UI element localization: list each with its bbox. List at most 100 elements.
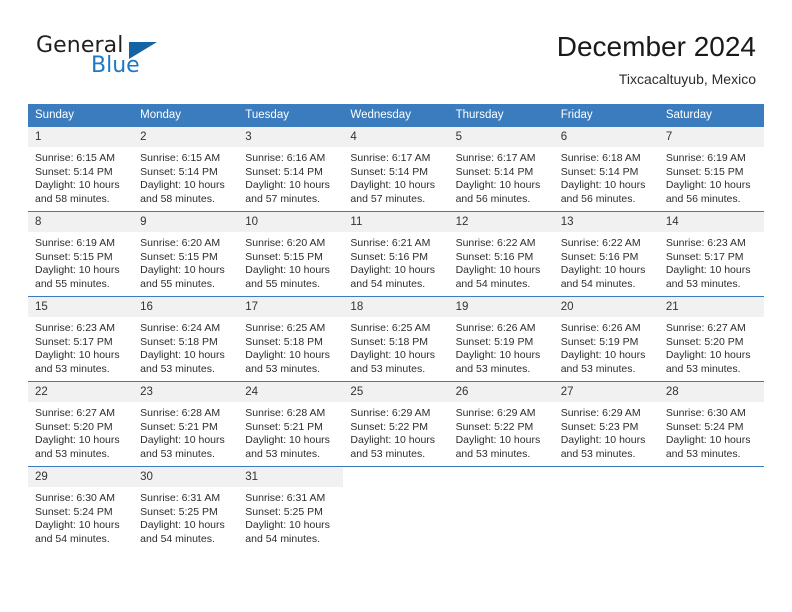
daylight-text-line1: Daylight: 10 hours bbox=[455, 264, 541, 277]
sunset-text: Sunset: 5:23 PM bbox=[560, 420, 639, 433]
sunset-text: Sunset: 5:20 PM bbox=[665, 335, 744, 348]
day-cell[interactable]: 18 Sunrise: 6:25 AM Sunset: 5:18 PM Dayl… bbox=[343, 296, 449, 382]
day-number: 9 bbox=[133, 212, 239, 232]
day-cell[interactable]: 30 Sunrise: 6:31 AM Sunset: 5:25 PM Dayl… bbox=[133, 466, 239, 551]
daylight-text-line2: and 58 minutes. bbox=[35, 192, 110, 205]
day-details: Sunrise: 6:28 AM Sunset: 5:21 PM Dayligh… bbox=[238, 402, 343, 461]
calendar-body: 1 Sunrise: 6:15 AM Sunset: 5:14 PM Dayli… bbox=[28, 126, 764, 551]
sunrise-text: Sunrise: 6:16 AM bbox=[245, 152, 326, 164]
day-cell[interactable]: 14 Sunrise: 6:23 AM Sunset: 5:17 PM Dayl… bbox=[658, 211, 764, 297]
day-details: Sunrise: 6:26 AM Sunset: 5:19 PM Dayligh… bbox=[449, 317, 554, 376]
day-details: Sunrise: 6:17 AM Sunset: 5:14 PM Dayligh… bbox=[343, 147, 448, 206]
daylight-text-line1: Daylight: 10 hours bbox=[140, 349, 225, 362]
day-cell[interactable]: 19 Sunrise: 6:26 AM Sunset: 5:19 PM Dayl… bbox=[448, 296, 554, 382]
daylight-text-line1: Daylight: 10 hours bbox=[140, 434, 225, 447]
sunset-text: Sunset: 5:15 PM bbox=[665, 165, 744, 178]
daylight-text-line1: Daylight: 10 hours bbox=[35, 434, 120, 447]
day-cell[interactable]: 10 Sunrise: 6:20 AM Sunset: 5:15 PM Dayl… bbox=[238, 211, 344, 297]
day-cell[interactable]: 27 Sunrise: 6:29 AM Sunset: 5:23 PM Dayl… bbox=[553, 381, 659, 467]
daylight-text-line1: Daylight: 10 hours bbox=[140, 179, 225, 192]
day-number: 6 bbox=[553, 127, 659, 147]
day-details: Sunrise: 6:22 AM Sunset: 5:16 PM Dayligh… bbox=[554, 232, 659, 291]
daylight-text-line2: and 53 minutes. bbox=[245, 362, 320, 375]
day-details: Sunrise: 6:15 AM Sunset: 5:14 PM Dayligh… bbox=[133, 147, 238, 206]
sunrise-text: Sunrise: 6:23 AM bbox=[35, 322, 115, 334]
day-cell[interactable]: 16 Sunrise: 6:24 AM Sunset: 5:18 PM Dayl… bbox=[133, 296, 239, 382]
sunset-text: Sunset: 5:18 PM bbox=[140, 335, 218, 348]
day-cell[interactable]: 12 Sunrise: 6:22 AM Sunset: 5:16 PM Dayl… bbox=[448, 211, 554, 297]
day-cell[interactable]: 20 Sunrise: 6:26 AM Sunset: 5:19 PM Dayl… bbox=[553, 296, 659, 382]
daylight-text-line1: Daylight: 10 hours bbox=[350, 434, 436, 447]
day-cell[interactable]: 28 Sunrise: 6:30 AM Sunset: 5:24 PM Dayl… bbox=[658, 381, 764, 467]
calendar-week-row: 8 Sunrise: 6:19 AM Sunset: 5:15 PM Dayli… bbox=[28, 211, 764, 297]
logo-text-blue: Blue bbox=[91, 53, 140, 78]
day-details: Sunrise: 6:29 AM Sunset: 5:22 PM Dayligh… bbox=[343, 402, 448, 461]
day-cell[interactable]: 25 Sunrise: 6:29 AM Sunset: 5:22 PM Dayl… bbox=[343, 381, 449, 467]
day-cell[interactable]: 5 Sunrise: 6:17 AM Sunset: 5:14 PM Dayli… bbox=[448, 126, 554, 212]
sunrise-text: Sunrise: 6:17 AM bbox=[350, 152, 431, 164]
daylight-text-line1: Daylight: 10 hours bbox=[560, 434, 646, 447]
daylight-text-line2: and 53 minutes. bbox=[560, 447, 636, 460]
day-details: Sunrise: 6:18 AM Sunset: 5:14 PM Dayligh… bbox=[554, 147, 659, 206]
sunrise-text: Sunrise: 6:30 AM bbox=[665, 407, 746, 419]
day-cell[interactable]: 24 Sunrise: 6:28 AM Sunset: 5:21 PM Dayl… bbox=[238, 381, 344, 467]
daylight-text-line2: and 53 minutes. bbox=[245, 447, 320, 460]
day-cell[interactable]: 1 Sunrise: 6:15 AM Sunset: 5:14 PM Dayli… bbox=[28, 126, 134, 212]
sunrise-text: Sunrise: 6:29 AM bbox=[350, 407, 431, 419]
sunset-text: Sunset: 5:25 PM bbox=[140, 505, 218, 518]
day-number: 21 bbox=[658, 297, 764, 317]
day-details: Sunrise: 6:15 AM Sunset: 5:14 PM Dayligh… bbox=[28, 147, 133, 206]
daylight-text-line2: and 53 minutes. bbox=[140, 362, 215, 375]
day-cell[interactable]: 4 Sunrise: 6:17 AM Sunset: 5:14 PM Dayli… bbox=[343, 126, 449, 212]
daylight-text-line1: Daylight: 10 hours bbox=[140, 519, 225, 532]
day-cell[interactable]: 31 Sunrise: 6:31 AM Sunset: 5:25 PM Dayl… bbox=[238, 466, 344, 551]
daylight-text-line2: and 56 minutes. bbox=[560, 192, 636, 205]
day-cell-empty bbox=[448, 466, 554, 551]
day-cell[interactable]: 13 Sunrise: 6:22 AM Sunset: 5:16 PM Dayl… bbox=[553, 211, 659, 297]
sunrise-text: Sunrise: 6:20 AM bbox=[245, 237, 326, 249]
day-cell[interactable]: 23 Sunrise: 6:28 AM Sunset: 5:21 PM Dayl… bbox=[133, 381, 239, 467]
day-cell[interactable]: 15 Sunrise: 6:23 AM Sunset: 5:17 PM Dayl… bbox=[28, 296, 134, 382]
daylight-text-line2: and 53 minutes. bbox=[665, 277, 741, 290]
day-cell[interactable]: 26 Sunrise: 6:29 AM Sunset: 5:22 PM Dayl… bbox=[448, 381, 554, 467]
day-cell[interactable]: 7 Sunrise: 6:19 AM Sunset: 5:15 PM Dayli… bbox=[658, 126, 764, 212]
day-cell[interactable]: 3 Sunrise: 6:16 AM Sunset: 5:14 PM Dayli… bbox=[238, 126, 344, 212]
day-number: 26 bbox=[448, 382, 554, 402]
daylight-text-line1: Daylight: 10 hours bbox=[350, 349, 436, 362]
day-details: Sunrise: 6:30 AM Sunset: 5:24 PM Dayligh… bbox=[659, 402, 764, 461]
sunset-text: Sunset: 5:16 PM bbox=[560, 250, 639, 263]
day-cell[interactable]: 6 Sunrise: 6:18 AM Sunset: 5:14 PM Dayli… bbox=[553, 126, 659, 212]
sunrise-text: Sunrise: 6:21 AM bbox=[350, 237, 431, 249]
day-details: Sunrise: 6:22 AM Sunset: 5:16 PM Dayligh… bbox=[449, 232, 554, 291]
day-cell[interactable]: 29 Sunrise: 6:30 AM Sunset: 5:24 PM Dayl… bbox=[28, 466, 134, 551]
day-number: 8 bbox=[28, 212, 134, 232]
day-details: Sunrise: 6:16 AM Sunset: 5:14 PM Dayligh… bbox=[238, 147, 343, 206]
sunset-text: Sunset: 5:24 PM bbox=[665, 420, 744, 433]
day-cell[interactable]: 9 Sunrise: 6:20 AM Sunset: 5:15 PM Dayli… bbox=[133, 211, 239, 297]
daylight-text-line1: Daylight: 10 hours bbox=[245, 179, 330, 192]
sunrise-text: Sunrise: 6:30 AM bbox=[35, 492, 115, 504]
sunrise-text: Sunrise: 6:22 AM bbox=[560, 237, 641, 249]
day-number: 19 bbox=[448, 297, 554, 317]
page-subtitle-location: Tixcacaltuyub, Mexico bbox=[618, 71, 756, 87]
sunset-text: Sunset: 5:22 PM bbox=[455, 420, 534, 433]
weekday-header-saturday: Saturday bbox=[658, 104, 764, 127]
day-cell[interactable]: 21 Sunrise: 6:27 AM Sunset: 5:20 PM Dayl… bbox=[658, 296, 764, 382]
calendar-header-row: Sunday Monday Tuesday Wednesday Thursday… bbox=[28, 104, 764, 127]
sunset-text: Sunset: 5:18 PM bbox=[350, 335, 429, 348]
day-number: 10 bbox=[238, 212, 344, 232]
day-cell[interactable]: 22 Sunrise: 6:27 AM Sunset: 5:20 PM Dayl… bbox=[28, 381, 134, 467]
day-details: Sunrise: 6:25 AM Sunset: 5:18 PM Dayligh… bbox=[343, 317, 448, 376]
sunrise-text: Sunrise: 6:31 AM bbox=[140, 492, 221, 504]
day-cell[interactable]: 17 Sunrise: 6:25 AM Sunset: 5:18 PM Dayl… bbox=[238, 296, 344, 382]
sunrise-text: Sunrise: 6:23 AM bbox=[665, 237, 746, 249]
day-number: 14 bbox=[658, 212, 764, 232]
day-cell[interactable]: 2 Sunrise: 6:15 AM Sunset: 5:14 PM Dayli… bbox=[133, 126, 239, 212]
day-cell[interactable]: 11 Sunrise: 6:21 AM Sunset: 5:16 PM Dayl… bbox=[343, 211, 449, 297]
day-cell[interactable]: 8 Sunrise: 6:19 AM Sunset: 5:15 PM Dayli… bbox=[28, 211, 134, 297]
sunset-text: Sunset: 5:19 PM bbox=[455, 335, 534, 348]
sunrise-text: Sunrise: 6:27 AM bbox=[665, 322, 746, 334]
weekday-header-thursday: Thursday bbox=[448, 104, 554, 127]
general-blue-logo[interactable]: General Blue bbox=[36, 33, 296, 89]
day-details: Sunrise: 6:31 AM Sunset: 5:25 PM Dayligh… bbox=[238, 487, 343, 546]
